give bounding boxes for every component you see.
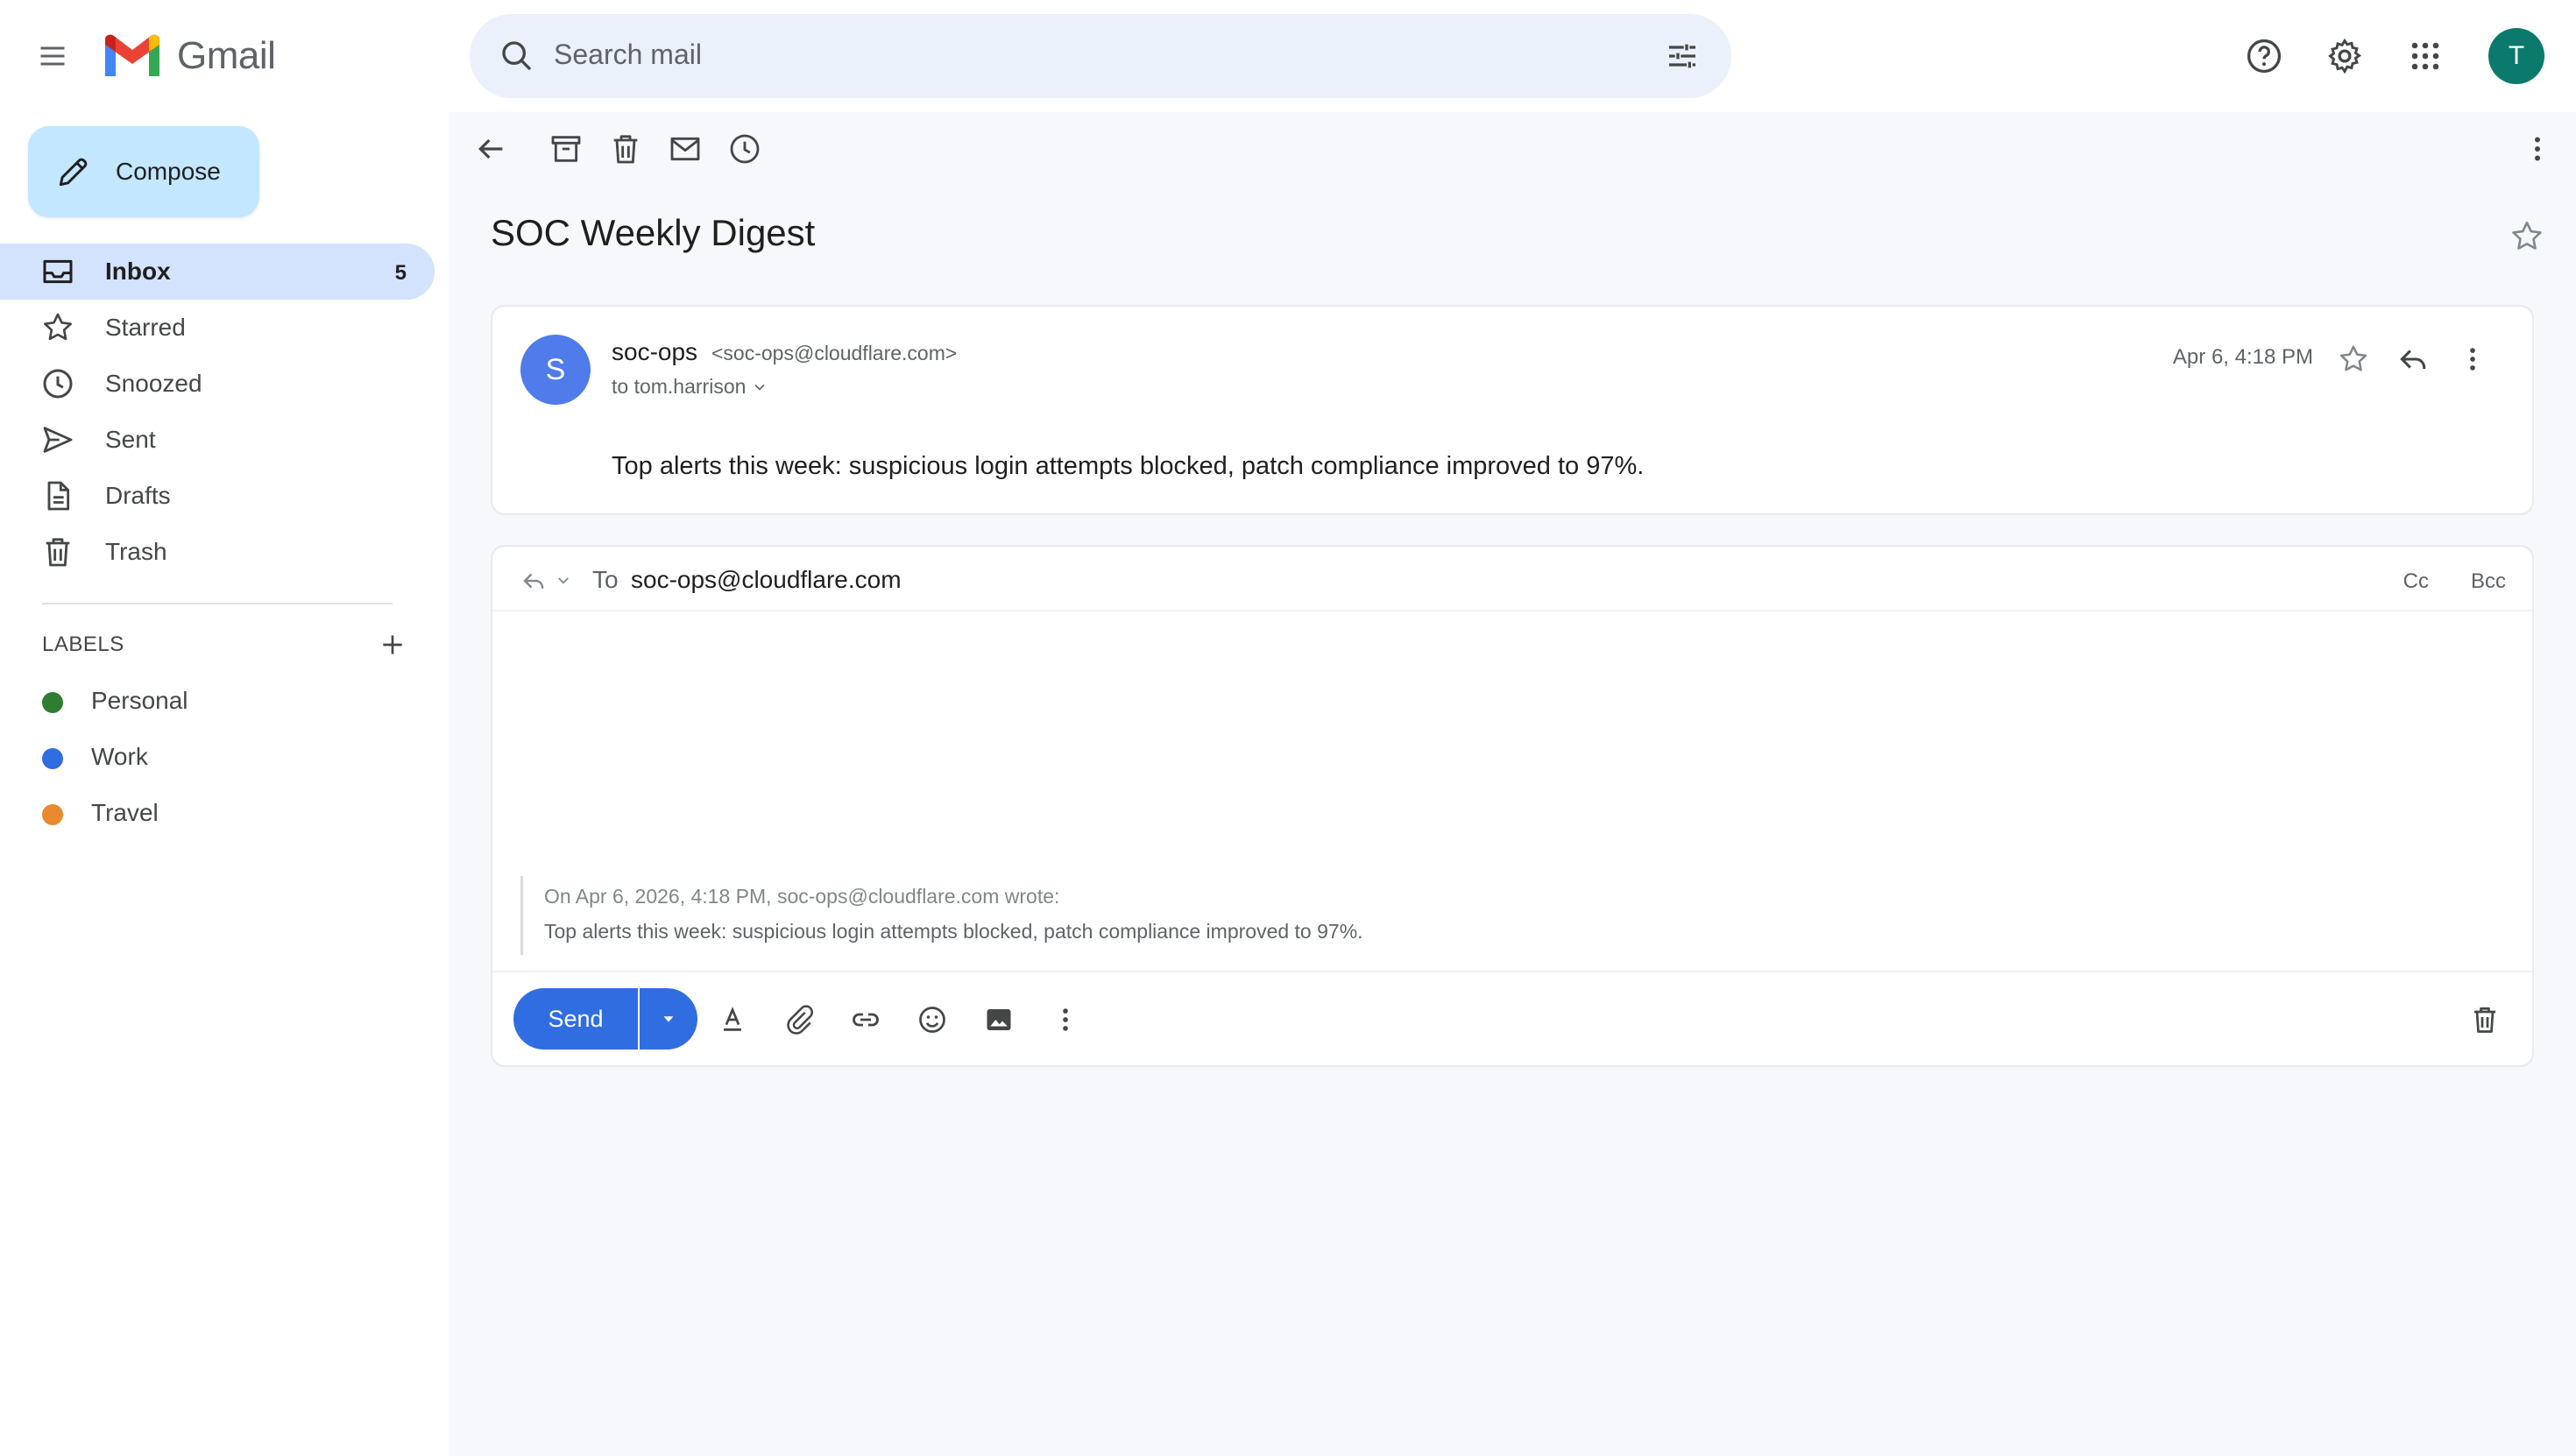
compose-label: Compose	[116, 158, 221, 185]
reply-body-input[interactable]	[519, 617, 2508, 880]
reply-header: To soc-ops@cloudflare.com Cc Bcc	[492, 547, 2532, 611]
send-button[interactable]: Send	[513, 988, 638, 1050]
main-menu-icon[interactable]	[26, 30, 79, 82]
schedule-send-button[interactable]	[640, 988, 697, 1050]
quoted-message: On Apr 6, 2026, 4:18 PM, soc-ops@cloudfl…	[520, 876, 1922, 955]
insert-photo-icon[interactable]	[978, 999, 1020, 1041]
star-icon	[44, 313, 72, 341]
attach-file-icon[interactable]	[778, 999, 820, 1041]
draft-icon	[47, 481, 70, 511]
send-button-group: Send	[513, 988, 697, 1050]
chevron-down-icon[interactable]	[556, 573, 571, 589]
snooze-clock-icon[interactable]	[720, 124, 769, 173]
pencil-icon	[59, 158, 88, 187]
reply-icon[interactable]	[2392, 338, 2434, 380]
archive-icon[interactable]	[541, 124, 591, 173]
quote-text: Top alerts this week: suspicious login a…	[544, 920, 1363, 943]
sender-email: <soc-ops@cloudflare.com>	[711, 342, 958, 364]
message-subject: SOC Weekly Digest	[491, 212, 816, 253]
sidebar-item-drafts[interactable]: Drafts	[0, 468, 435, 524]
mark-unread-icon[interactable]	[661, 124, 710, 173]
help-icon[interactable]	[2243, 35, 2285, 77]
sidebar-item-inbox[interactable]: Inbox 5	[0, 244, 435, 300]
sidebar-item-starred[interactable]: Starred	[0, 300, 435, 356]
gmail-logo[interactable]: Gmail	[102, 32, 276, 81]
quote-attribution: On Apr 6, 2026, 4:18 PM, soc-ops@cloudfl…	[544, 885, 1060, 908]
star-icon[interactable]	[2506, 216, 2548, 258]
sender-avatar: S	[520, 335, 591, 405]
sender-name[interactable]: soc-ops	[612, 338, 697, 366]
settings-gear-icon[interactable]	[2324, 35, 2366, 77]
unread-count-badge: 5	[394, 261, 407, 285]
bcc-link[interactable]: Bcc	[2471, 569, 2506, 594]
sidebar-divider	[42, 603, 393, 604]
message-view: SOC Weekly Digest S soc-ops <soc-ops@clo…	[449, 112, 2576, 1456]
recipient-text: to tom.harrison	[612, 375, 747, 398]
label-item-travel[interactable]: Travel	[0, 785, 435, 841]
nav-list: Inbox 5 Starred Snoozed Sent Drafts Tras…	[0, 244, 435, 580]
sidebar-item-label: Drafts	[105, 482, 171, 509]
caret-down-icon	[663, 1016, 674, 1022]
label-color-dot	[42, 748, 63, 769]
more-options-icon[interactable]	[2452, 338, 2494, 380]
to-label: To	[592, 566, 619, 593]
recipient-details[interactable]: to tom.harrison	[612, 375, 768, 399]
message-card: S soc-ops <soc-ops@cloudflare.com> to to…	[491, 305, 2534, 515]
label-item-personal[interactable]: Personal	[0, 673, 435, 729]
sidebar-item-sent[interactable]: Sent	[0, 412, 435, 468]
label-name: Work	[91, 743, 148, 770]
trash-icon	[46, 538, 70, 567]
search-options-icon[interactable]	[1663, 37, 1702, 75]
delete-icon[interactable]	[601, 124, 650, 173]
label-item-work[interactable]: Work	[0, 729, 435, 785]
clock-icon	[43, 369, 73, 399]
message-date: Apr 6, 4:18 PM	[2172, 345, 2313, 369]
sidebar-item-trash[interactable]: Trash	[0, 524, 435, 580]
emoji-icon[interactable]	[911, 999, 953, 1041]
label-color-dot	[42, 804, 63, 825]
chevron-down-icon	[754, 384, 765, 391]
search-input[interactable]: Search mail	[554, 39, 702, 71]
top-bar: Gmail Search mail T	[0, 0, 2576, 112]
to-recipient-field[interactable]: soc-ops@cloudflare.com	[631, 566, 902, 594]
apps-grid-icon[interactable]	[2406, 37, 2445, 75]
sidebar-item-label: Sent	[105, 426, 156, 453]
insert-link-icon[interactable]	[845, 999, 887, 1041]
gmail-m-icon	[105, 34, 159, 76]
app-name: Gmail	[177, 34, 276, 77]
more-options-icon[interactable]	[2513, 124, 2562, 173]
sidebar: Compose Inbox 5 Starred Snoozed Sent Dra…	[0, 112, 449, 1456]
cc-link[interactable]: Cc	[2403, 569, 2429, 594]
label-name: Personal	[91, 687, 188, 714]
inbox-icon	[43, 259, 73, 284]
label-color-dot	[42, 692, 63, 713]
reply-composer: To soc-ops@cloudflare.com Cc Bcc On Apr …	[491, 545, 2534, 1067]
sidebar-item-label: Starred	[105, 314, 186, 341]
discard-draft-icon[interactable]	[2464, 999, 2506, 1041]
send-icon	[43, 427, 73, 453]
add-label-icon[interactable]	[375, 627, 410, 662]
message-body: Top alerts this week: suspicious login a…	[612, 452, 1645, 480]
compose-button[interactable]: Compose	[28, 126, 259, 217]
sidebar-item-label: Inbox	[105, 258, 171, 285]
back-arrow-icon[interactable]	[466, 124, 515, 173]
more-options-icon[interactable]	[1044, 999, 1086, 1041]
sidebar-item-label: Trash	[105, 538, 167, 565]
reply-type-icon[interactable]	[519, 566, 548, 596]
sidebar-item-snoozed[interactable]: Snoozed	[0, 356, 435, 412]
labels-header: LABELS	[42, 633, 124, 656]
label-name: Travel	[91, 799, 159, 826]
account-avatar[interactable]: T	[2488, 28, 2544, 84]
composer-toolbar: Send	[492, 971, 2532, 1067]
search-icon[interactable]	[496, 35, 538, 77]
search-bar[interactable]: Search mail	[470, 14, 1731, 98]
star-icon[interactable]	[2332, 338, 2374, 380]
sidebar-item-label: Snoozed	[105, 370, 202, 397]
formatting-options-icon[interactable]	[711, 999, 754, 1041]
